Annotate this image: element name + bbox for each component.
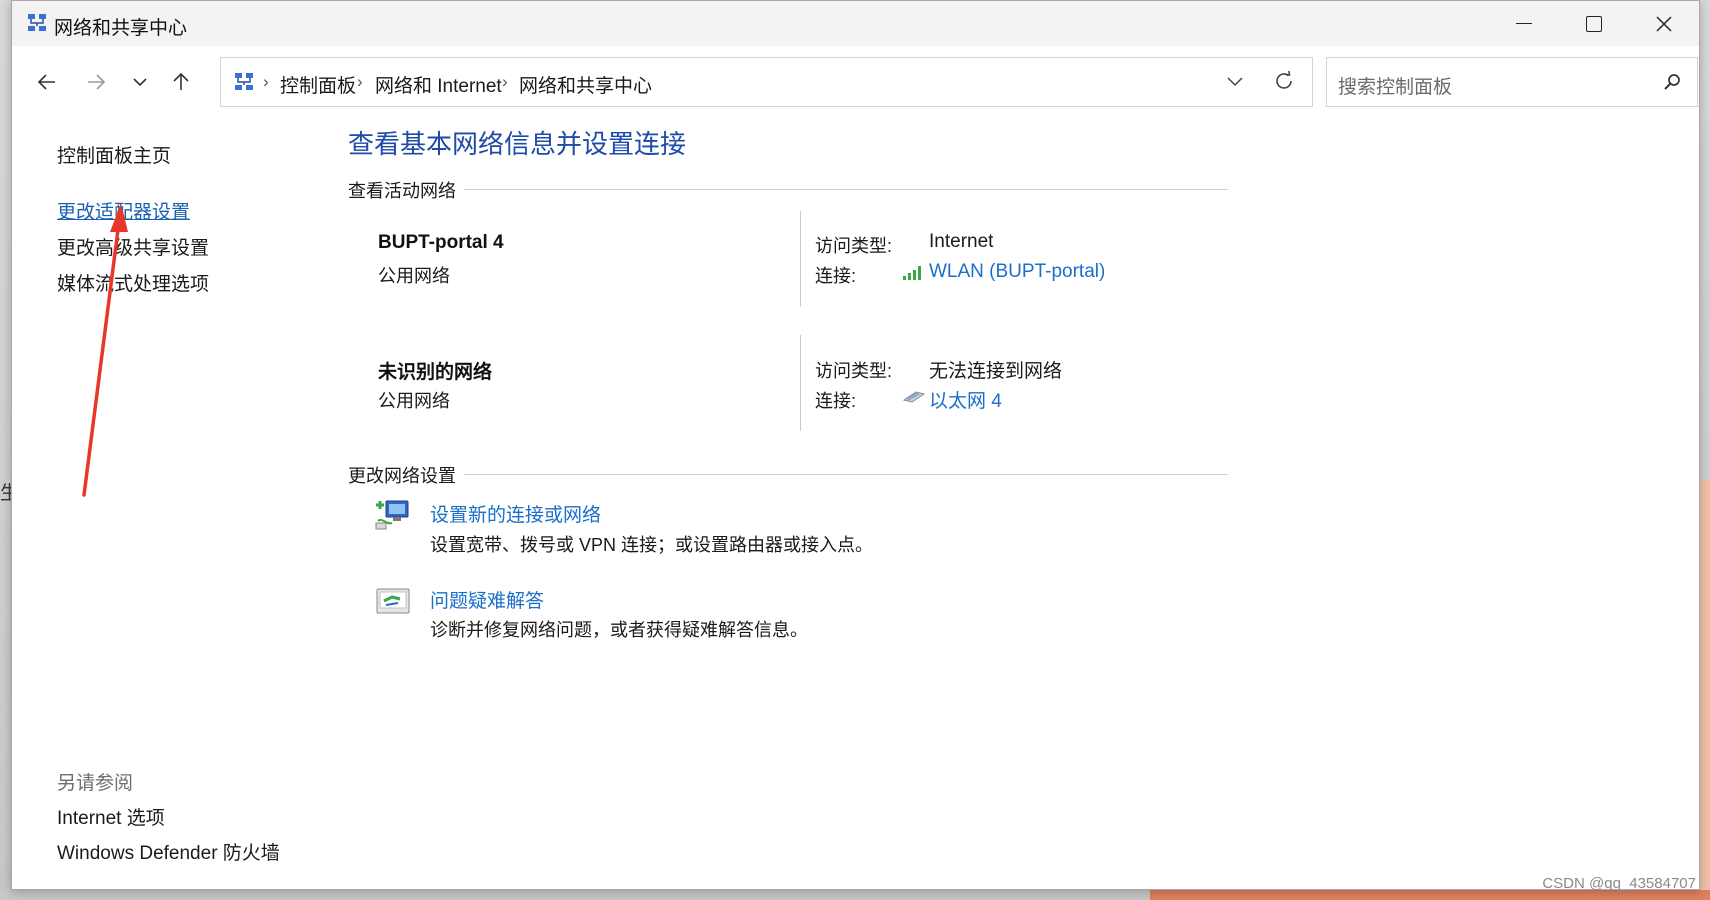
network-category: 公用网络 [378, 391, 450, 411]
access-type-value: Internet [929, 231, 994, 252]
breadcrumb-separator: › [263, 72, 269, 91]
see-also-title: 另请参阅 [57, 773, 134, 794]
breadcrumb-network-sharing-center[interactable]: 网络和共享中心 [519, 71, 652, 98]
breadcrumb-control-panel[interactable]: 控制面板 [280, 71, 356, 98]
control-panel-icon [235, 73, 253, 90]
connection-label: 连接: [815, 391, 857, 411]
new-connection-icon [375, 500, 409, 530]
section-divider [348, 189, 1228, 190]
sidebar-home-link[interactable]: 控制面板主页 [57, 141, 171, 168]
address-dropdown-icon[interactable] [1226, 72, 1244, 90]
control-panel-window: 网络和共享中心 › 控制面板 › 网络和 Internet › 网络和共享中心 [11, 0, 1700, 890]
sidebar-link-advanced-sharing[interactable]: 更改高级共享设置 [57, 233, 209, 260]
network-name: BUPT-portal 4 [378, 232, 504, 253]
arrow-left-icon [37, 74, 55, 90]
access-type-label: 访问类型: [815, 236, 893, 256]
recent-locations-button[interactable] [122, 64, 158, 100]
maximize-button[interactable] [1559, 1, 1629, 46]
minimize-button[interactable] [1489, 1, 1559, 46]
see-also-internet-options[interactable]: Internet 选项 [57, 803, 165, 830]
troubleshoot-desc: 诊断并修复网络问题，或者获得疑难解答信息。 [430, 620, 808, 640]
connection-label: 连接: [815, 266, 857, 286]
wifi-signal-icon [903, 266, 921, 280]
close-button[interactable] [1629, 1, 1699, 46]
network-divider [800, 211, 801, 307]
breadcrumb-network-internet[interactable]: 网络和 Internet [375, 71, 502, 98]
chevron-down-icon [133, 78, 147, 87]
troubleshoot-icon [376, 588, 410, 614]
network-center-icon [28, 14, 46, 31]
minimize-icon [1516, 22, 1532, 25]
sidebar-link-adapter-settings[interactable]: 更改适配器设置 [57, 197, 190, 224]
see-also-defender-firewall[interactable]: Windows Defender 防火墙 [57, 838, 280, 865]
sidebar-link-media-streaming[interactable]: 媒体流式处理选项 [57, 269, 209, 296]
wlan-connection-link[interactable]: WLAN (BUPT-portal) [929, 261, 1105, 283]
forward-button[interactable] [78, 64, 114, 100]
network-category: 公用网络 [378, 266, 450, 286]
ethernet-icon [902, 391, 926, 403]
breadcrumb-separator: › [502, 72, 508, 91]
access-type-label: 访问类型: [815, 361, 893, 381]
setup-new-connection-desc: 设置宽带、拨号或 VPN 连接；或设置路由器或接入点。 [430, 535, 874, 555]
breadcrumb-separator: › [357, 72, 363, 91]
access-type-value: 无法连接到网络 [929, 361, 1063, 382]
network-divider [800, 335, 801, 431]
watermark-text: CSDN @qq_43584707 [1542, 875, 1696, 892]
network-name: 未识别的网络 [378, 362, 493, 383]
close-icon [1656, 15, 1672, 32]
change-settings-title: 更改网络设置 [348, 462, 464, 488]
troubleshoot-link[interactable]: 问题疑难解答 [430, 586, 544, 613]
address-bar[interactable]: › 控制面板 › 网络和 Internet › 网络和共享中心 [220, 57, 1313, 107]
search-box[interactable]: 搜索控制面板 [1326, 57, 1698, 107]
search-input[interactable]: 搜索控制面板 [1338, 72, 1452, 99]
ethernet-connection-link[interactable]: 以太网 4 [929, 386, 1002, 413]
title-bar[interactable]: 网络和共享中心 [12, 1, 1699, 46]
arrow-up-icon [173, 72, 189, 90]
section-divider [348, 474, 1228, 475]
back-button[interactable] [29, 64, 65, 100]
page-title: 查看基本网络信息并设置连接 [348, 129, 687, 159]
active-networks-title: 查看活动网络 [348, 177, 464, 203]
refresh-icon[interactable] [1273, 70, 1295, 92]
setup-new-connection-link[interactable]: 设置新的连接或网络 [430, 500, 601, 527]
arrow-right-icon [88, 74, 106, 90]
window-title: 网络和共享中心 [54, 18, 188, 39]
up-button[interactable] [163, 64, 199, 100]
search-icon[interactable] [1663, 72, 1683, 92]
maximize-icon [1586, 15, 1602, 32]
